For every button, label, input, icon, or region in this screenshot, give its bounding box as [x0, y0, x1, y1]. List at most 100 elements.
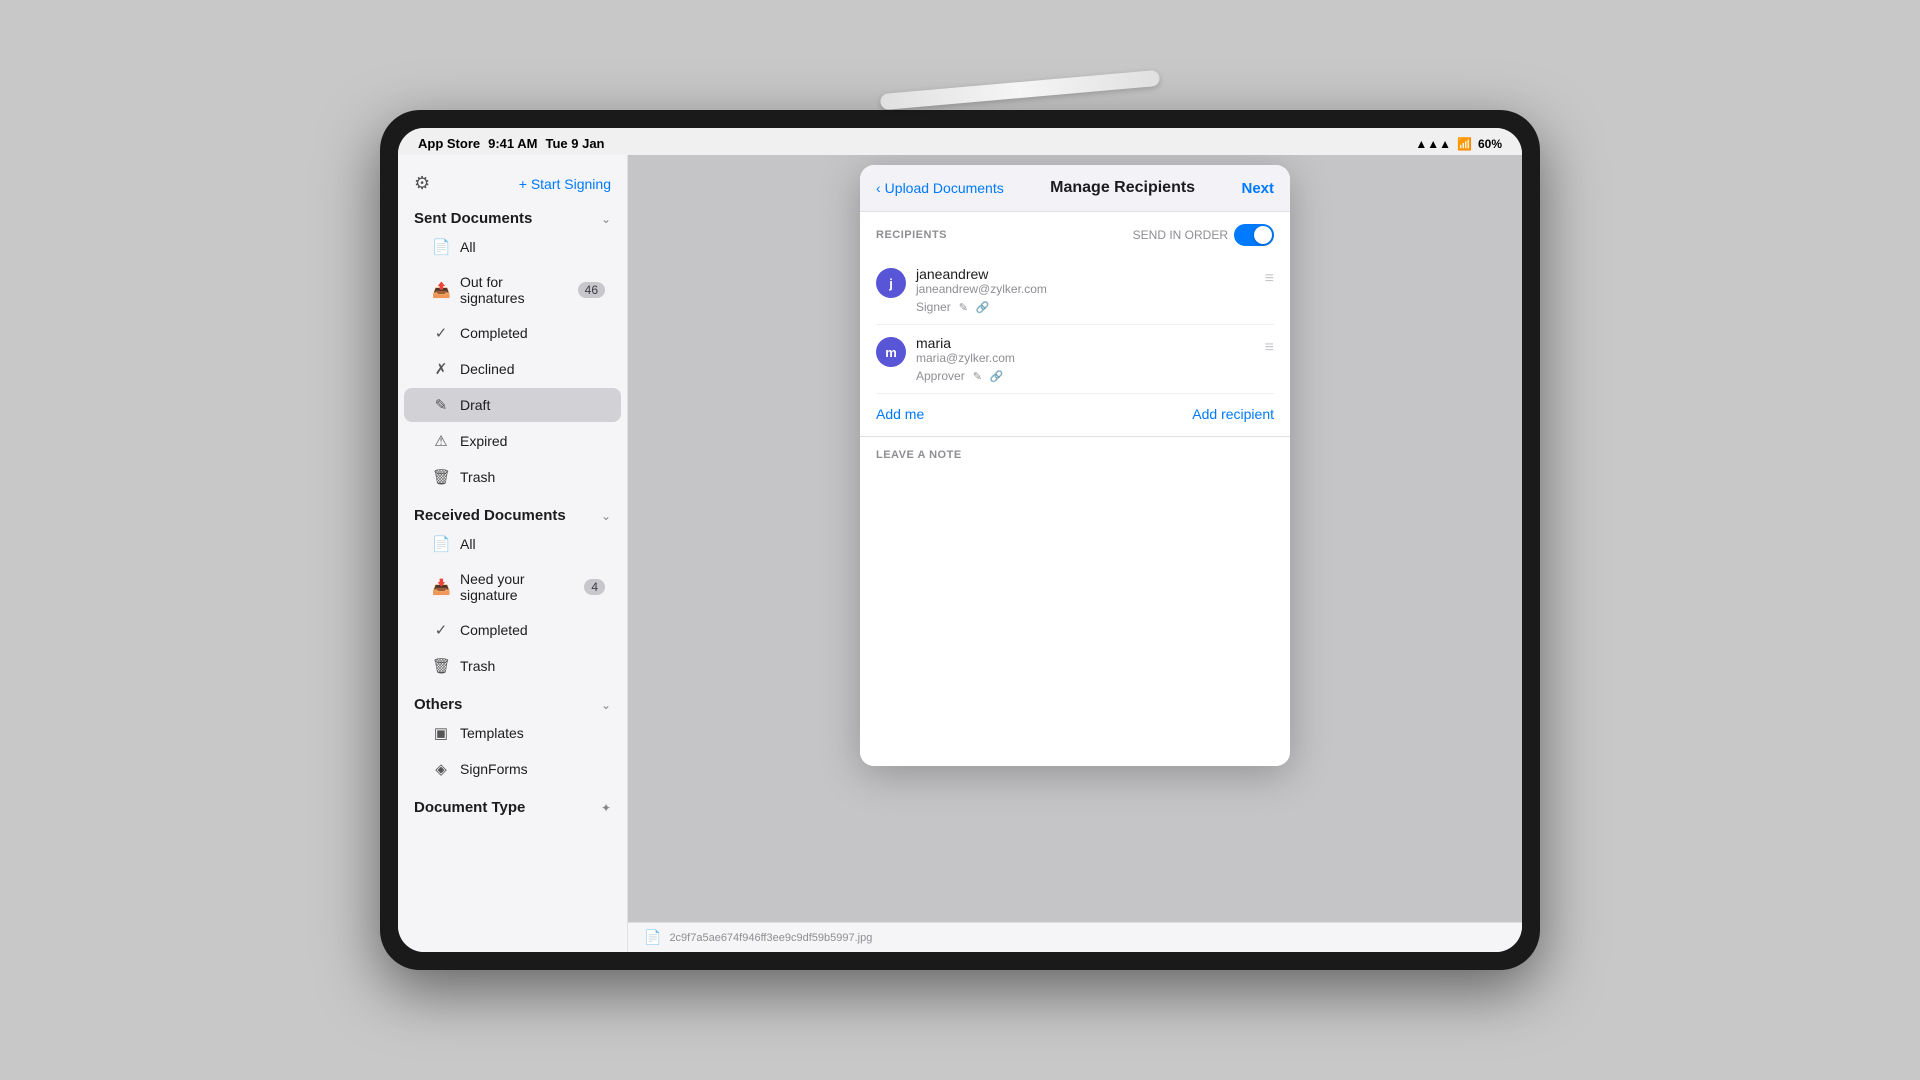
- recipient-name: maria: [916, 335, 1255, 351]
- others-section-header: Others ⌄: [398, 692, 627, 715]
- leave-note-label: LEAVE A NOTE: [876, 449, 1274, 461]
- recipients-section: RECIPIENTS SEND IN ORDER: [860, 212, 1290, 436]
- link-icon[interactable]: 🔗: [976, 301, 990, 314]
- recipient-name: janeandrew: [916, 266, 1255, 282]
- out-signatures-badge: 46: [578, 282, 605, 298]
- document-icon: 📄: [432, 535, 450, 553]
- sidebar-item-label: Completed: [460, 325, 605, 341]
- recipient-menu-icon[interactable]: ≡: [1265, 270, 1274, 288]
- status-date: Tue 9 Jan: [546, 136, 605, 151]
- back-chevron-icon: ‹: [876, 180, 881, 196]
- file-icon: 📄: [644, 929, 661, 946]
- edit-icon[interactable]: ✎: [973, 370, 982, 383]
- edit-icon[interactable]: ✎: [959, 301, 968, 314]
- sidebar-item-sent-all[interactable]: 📄 All: [404, 230, 621, 264]
- battery-label: 60%: [1478, 137, 1502, 151]
- recipient-avatar: j: [876, 268, 906, 298]
- manage-recipients-modal: ‹ Upload Documents Manage Recipients Nex…: [860, 165, 1290, 766]
- status-right: ▲▲▲ 📶 60%: [1415, 137, 1502, 151]
- sidebar-item-label: Trash: [460, 469, 605, 485]
- note-input[interactable]: [876, 469, 1274, 749]
- document-type-title: Document Type: [414, 799, 525, 816]
- link-icon[interactable]: 🔗: [990, 370, 1004, 383]
- add-recipient-button[interactable]: Add recipient: [1192, 406, 1274, 422]
- sidebar-item-sent-trash[interactable]: 🗑 Trash: [404, 460, 621, 494]
- document-icon: 📄: [432, 238, 450, 256]
- sidebar-item-out-for-signatures[interactable]: 📤 Out for signatures 46: [404, 266, 621, 314]
- sidebar-item-templates[interactable]: ▣ Templates: [404, 716, 621, 750]
- sidebar-item-draft[interactable]: ✎ Draft: [404, 388, 621, 422]
- sidebar-item-expired[interactable]: ⚠ Expired: [404, 424, 621, 458]
- document-type-icon[interactable]: ✦: [601, 801, 611, 815]
- recipient-item: m maria maria@zylker.com Approver ✎ 🔗: [876, 325, 1274, 394]
- declined-icon: ✗: [432, 360, 450, 378]
- out-signatures-icon: 📤: [432, 281, 450, 299]
- draft-icon: ✎: [432, 396, 450, 414]
- start-signing-label: + Start Signing: [519, 176, 611, 192]
- sidebar-item-label: Declined: [460, 361, 605, 377]
- completed-icon: ✓: [432, 621, 450, 639]
- sidebar-item-received-all[interactable]: 📄 All: [404, 527, 621, 561]
- send-in-order-row: SEND IN ORDER: [1133, 224, 1274, 246]
- sidebar-item-label: Templates: [460, 725, 605, 741]
- others-chevron[interactable]: ⌄: [601, 698, 611, 712]
- add-row: Add me Add recipient: [876, 394, 1274, 436]
- others-title: Others: [414, 696, 462, 713]
- app-area: ⚙ + Start Signing Sent Documents ⌄ 📄 All…: [398, 155, 1522, 952]
- sidebar-item-signforms[interactable]: ◈ SignForms: [404, 752, 621, 786]
- received-documents-section-header: Received Documents ⌄: [398, 503, 627, 526]
- trash-icon: 🗑: [432, 657, 450, 675]
- trash-icon: 🗑: [432, 468, 450, 486]
- sidebar-item-received-completed[interactable]: ✓ Completed: [404, 613, 621, 647]
- sidebar-item-label: Completed: [460, 622, 605, 638]
- sidebar-header: ⚙ + Start Signing: [398, 165, 627, 206]
- signforms-icon: ◈: [432, 760, 450, 778]
- document-type-section-header: Document Type ✦: [398, 795, 627, 818]
- sent-documents-section-header: Sent Documents ⌄: [398, 206, 627, 229]
- recipient-role-row: Approver ✎ 🔗: [916, 369, 1255, 383]
- upload-documents-back-button[interactable]: ‹ Upload Documents: [876, 180, 1004, 196]
- back-button-label: Upload Documents: [885, 180, 1004, 196]
- signal-icon: ▲▲▲: [1415, 137, 1451, 151]
- recipient-role: Approver: [916, 369, 965, 383]
- recipient-email: maria@zylker.com: [916, 351, 1255, 365]
- sidebar-item-label: All: [460, 536, 605, 552]
- gear-icon[interactable]: ⚙: [414, 173, 430, 194]
- sidebar-item-received-trash[interactable]: 🗑 Trash: [404, 649, 621, 683]
- toggle-knob: [1254, 226, 1272, 244]
- send-in-order-toggle[interactable]: [1234, 224, 1274, 246]
- sidebar-item-sent-completed[interactable]: ✓ Completed: [404, 316, 621, 350]
- start-signing-button[interactable]: + Start Signing: [519, 176, 611, 192]
- status-bar: App Store 9:41 AM Tue 9 Jan ▲▲▲ 📶 60%: [398, 128, 1522, 155]
- need-signature-icon: 📥: [432, 578, 450, 596]
- modal-header: ‹ Upload Documents Manage Recipients Nex…: [860, 165, 1290, 212]
- modal-title: Manage Recipients: [1050, 179, 1195, 197]
- recipient-role: Signer: [916, 300, 951, 314]
- completed-icon: ✓: [432, 324, 450, 342]
- sidebar-item-label: Need your signature: [460, 571, 574, 603]
- recipient-menu-icon[interactable]: ≡: [1265, 339, 1274, 357]
- app-store-label: App Store: [418, 136, 480, 151]
- need-signature-badge: 4: [584, 579, 605, 595]
- ipad-frame: App Store 9:41 AM Tue 9 Jan ▲▲▲ 📶 60% ⚙ …: [380, 110, 1540, 970]
- templates-icon: ▣: [432, 724, 450, 742]
- sidebar-item-need-signature[interactable]: 📥 Need your signature 4: [404, 563, 621, 611]
- recipients-label: RECIPIENTS: [876, 229, 947, 241]
- recipient-avatar: m: [876, 337, 906, 367]
- sent-documents-chevron[interactable]: ⌄: [601, 212, 611, 226]
- ipad-screen: App Store 9:41 AM Tue 9 Jan ▲▲▲ 📶 60% ⚙ …: [398, 128, 1522, 952]
- recipient-info: janeandrew janeandrew@zylker.com Signer …: [916, 266, 1255, 314]
- leave-note-section: LEAVE A NOTE: [860, 436, 1290, 766]
- next-button[interactable]: Next: [1241, 180, 1274, 197]
- expired-icon: ⚠: [432, 432, 450, 450]
- sent-documents-title: Sent Documents: [414, 210, 532, 227]
- sidebar-item-declined[interactable]: ✗ Declined: [404, 352, 621, 386]
- received-documents-chevron[interactable]: ⌄: [601, 509, 611, 523]
- recipient-info: maria maria@zylker.com Approver ✎ 🔗: [916, 335, 1255, 383]
- recipient-item: j janeandrew janeandrew@zylker.com Signe…: [876, 256, 1274, 325]
- add-me-button[interactable]: Add me: [876, 406, 924, 422]
- sidebar: ⚙ + Start Signing Sent Documents ⌄ 📄 All…: [398, 155, 628, 952]
- sidebar-item-label: Out for signatures: [460, 274, 568, 306]
- sidebar-item-label: Trash: [460, 658, 605, 674]
- send-in-order-label: SEND IN ORDER: [1133, 228, 1228, 242]
